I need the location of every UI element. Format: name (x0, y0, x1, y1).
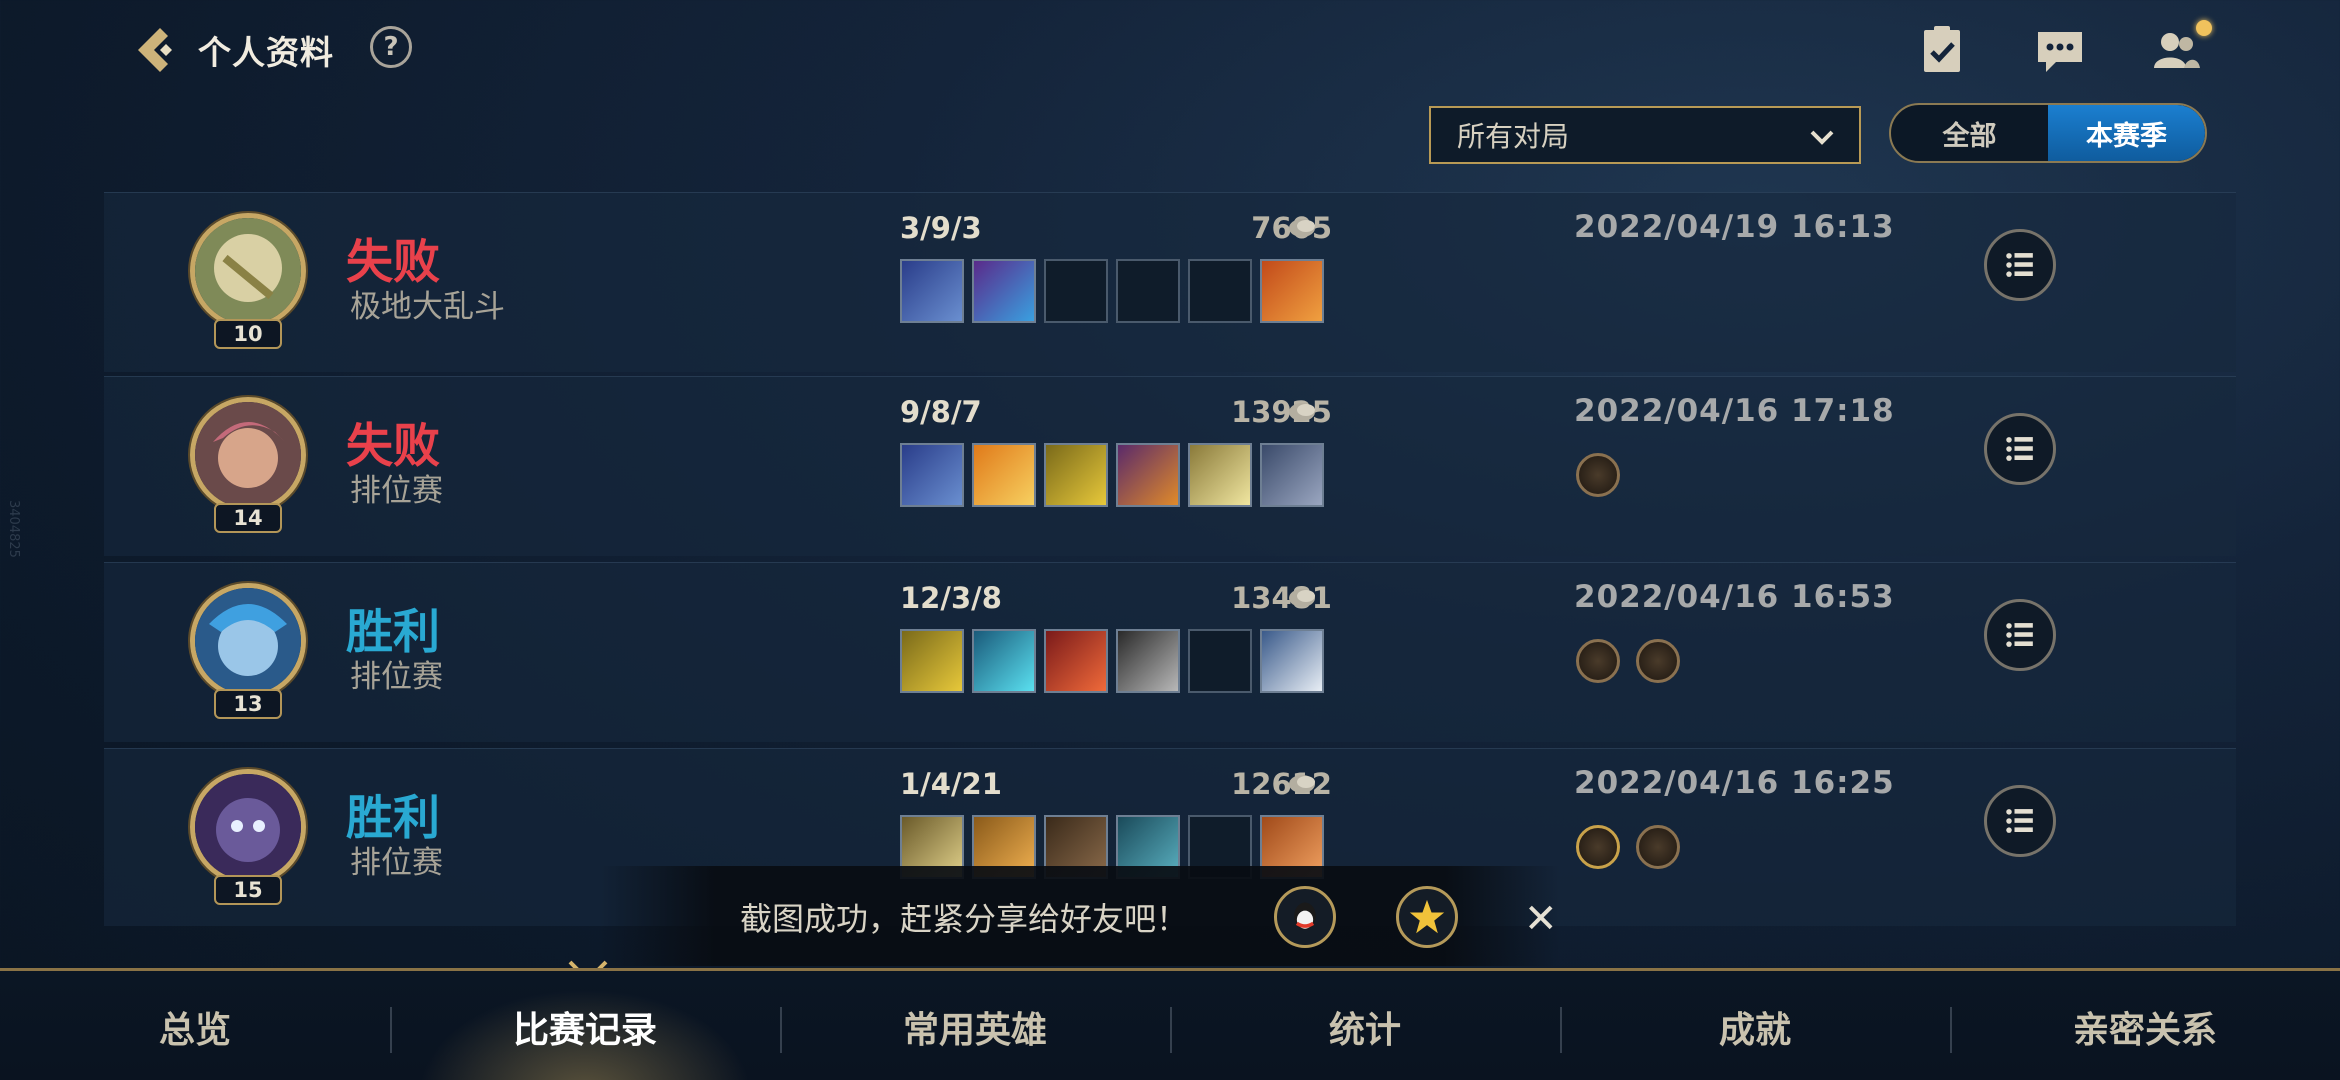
champion-level-badge: 13 (214, 689, 282, 719)
match-type-dropdown[interactable]: 所有对局 (1429, 106, 1861, 164)
item-slot[interactable] (1188, 443, 1252, 507)
tab-common-heroes[interactable]: 常用英雄 (780, 971, 1170, 1080)
game-mode: 排位赛 (350, 659, 443, 695)
notification-dot (2196, 20, 2212, 36)
page-title: 个人资料 (198, 33, 334, 72)
kda: 3/9/3 (900, 211, 982, 245)
medal-list (1576, 825, 1680, 869)
trinket-slot[interactable] (1260, 629, 1324, 693)
match-row[interactable]: 14 失败 排位赛 9/8/7 13925 2022/04/16 17:18 (104, 376, 2236, 556)
champion-level-badge: 14 (214, 503, 282, 533)
toast-message: 截图成功，赶紧分享给好友吧！ (740, 900, 1189, 938)
gold-coin-icon (1289, 775, 1315, 793)
tab-statistics[interactable]: 统计 (1170, 971, 1560, 1080)
screenshot-toast: 截图成功，赶紧分享给好友吧！ ✕ (600, 866, 1560, 966)
item-slot-empty (1188, 259, 1252, 323)
close-icon[interactable]: ✕ (1524, 896, 1558, 942)
bottom-nav: 总览 比赛记录 常用英雄 统计 成就 亲密关系 (0, 968, 2340, 1080)
kda: 9/8/7 (900, 395, 982, 429)
medal-icon[interactable] (1636, 639, 1680, 683)
gold-coin-icon (1289, 589, 1315, 607)
champion-avatar (190, 769, 306, 885)
champion-avatar (190, 583, 306, 699)
tab-match-history[interactable]: 比赛记录 (390, 971, 780, 1080)
tab-overview[interactable]: 总览 (0, 971, 390, 1080)
match-detail-list-icon[interactable] (1984, 229, 2056, 301)
champion-level-badge: 15 (214, 875, 282, 905)
item-slots (900, 629, 1324, 693)
task-clipboard-icon[interactable] (1914, 22, 1970, 78)
tab-achievements[interactable]: 成就 (1560, 971, 1950, 1080)
item-slot[interactable] (972, 629, 1036, 693)
game-mode: 排位赛 (350, 845, 443, 881)
champion-avatar (190, 213, 306, 329)
help-button[interactable]: ? (370, 26, 412, 68)
item-slot[interactable] (972, 443, 1036, 507)
trinket-slot[interactable] (1260, 443, 1324, 507)
match-row[interactable]: 10 失败 极地大乱斗 3/9/3 7605 2022/04/19 16:13 (104, 192, 2236, 372)
qzone-share-icon[interactable] (1396, 886, 1458, 948)
champion-avatar (190, 397, 306, 513)
trinket-slot[interactable] (1260, 259, 1324, 323)
chevron-down-icon (1810, 130, 1834, 145)
item-slot[interactable] (972, 259, 1036, 323)
item-slots (900, 259, 1324, 323)
match-date: 2022/04/16 16:25 (1574, 765, 1895, 801)
item-slot-empty (1188, 629, 1252, 693)
side-watermark-code: 3404825 (6, 500, 21, 558)
season-option-current[interactable]: 本赛季 (2048, 105, 2205, 161)
chat-message-icon[interactable] (2032, 22, 2088, 78)
item-slot[interactable] (900, 629, 964, 693)
match-type-selected: 所有对局 (1457, 120, 1570, 153)
match-row[interactable]: 13 胜利 排位赛 12/3/8 13481 2022/04/16 16:53 (104, 562, 2236, 742)
match-date: 2022/04/16 17:18 (1574, 393, 1895, 429)
item-slot[interactable] (900, 259, 964, 323)
top-bar: 个人资料 ? (0, 0, 2340, 100)
kda: 12/3/8 (900, 581, 1002, 615)
medal-icon[interactable] (1576, 639, 1620, 683)
gold-coin-icon (1289, 219, 1315, 237)
gold-coin-icon (1289, 403, 1315, 421)
medal-list (1576, 453, 1620, 497)
qq-share-icon[interactable] (1274, 886, 1336, 948)
season-toggle[interactable]: 全部 本赛季 (1889, 103, 2207, 163)
item-slots (900, 443, 1324, 507)
kda: 1/4/21 (900, 767, 1002, 801)
season-option-all[interactable]: 全部 (1891, 105, 2048, 161)
medal-icon[interactable] (1636, 825, 1680, 869)
match-detail-list-icon[interactable] (1984, 599, 2056, 671)
medal-icon[interactable] (1576, 453, 1620, 497)
tab-relationships[interactable]: 亲密关系 (1950, 971, 2340, 1080)
game-mode: 极地大乱斗 (350, 289, 505, 325)
item-slot[interactable] (1044, 443, 1108, 507)
champion-level-badge: 10 (214, 319, 282, 349)
match-detail-list-icon[interactable] (1984, 413, 2056, 485)
match-detail-list-icon[interactable] (1984, 785, 2056, 857)
game-mode: 排位赛 (350, 473, 443, 509)
match-date: 2022/04/19 16:13 (1574, 209, 1895, 245)
medal-list (1576, 639, 1680, 683)
medal-icon[interactable] (1576, 825, 1620, 869)
item-slot[interactable] (900, 443, 964, 507)
item-slot-empty (1116, 259, 1180, 323)
item-slot[interactable] (1116, 629, 1180, 693)
match-date: 2022/04/16 16:53 (1574, 579, 1895, 615)
item-slot-empty (1044, 259, 1108, 323)
back-arrow-icon[interactable] (126, 22, 182, 78)
item-slot[interactable] (1116, 443, 1180, 507)
item-slot[interactable] (1044, 629, 1108, 693)
